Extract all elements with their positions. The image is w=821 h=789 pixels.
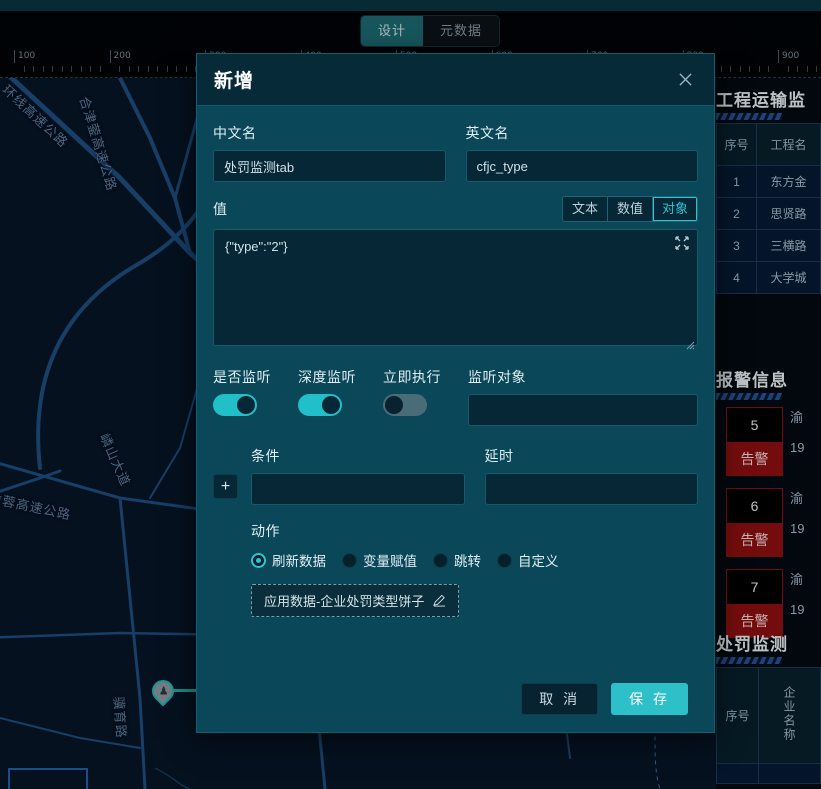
dialog-footer: 取 消 保 存 xyxy=(197,666,714,732)
switch-knob xyxy=(385,396,403,414)
value-type-segmented: 文本 数值 对象 xyxy=(561,196,698,222)
value-type-number[interactable]: 数值 xyxy=(607,197,653,221)
switch-immediate-exec-toggle[interactable] xyxy=(383,394,427,416)
value-textarea[interactable]: {"type":"2"} xyxy=(213,229,698,346)
listen-target-field: 监听对象 xyxy=(468,367,698,426)
switch-knob xyxy=(322,396,340,414)
action-option-custom-label: 自定义 xyxy=(518,554,559,569)
app-root: 设计 元数据 100200300400500600700800900 xyxy=(0,0,821,789)
cn-name-label: 中文名 xyxy=(213,125,257,141)
expand-icon-glyph xyxy=(675,236,689,250)
en-name-input[interactable] xyxy=(465,150,698,182)
value-type-object[interactable]: 对象 xyxy=(652,197,697,221)
radio-icon-assign xyxy=(342,552,357,568)
delay-label: 延时 xyxy=(484,448,514,464)
switch-row: 是否监听 深度监听 立即执行 监听对象 xyxy=(213,367,698,426)
action-option-refresh-label: 刷新数据 xyxy=(272,554,326,569)
dialog-header: 新增 xyxy=(197,54,714,106)
action-option-assign-label: 变量赋值 xyxy=(363,554,417,569)
switch-deep-listen-label: 深度监听 xyxy=(298,369,356,385)
expand-icon[interactable] xyxy=(675,236,689,250)
value-textarea-wrap: {"type":"2"} xyxy=(213,229,698,351)
add-variable-dialog: 新增 中文名 英文名 值 文本 xyxy=(196,53,715,733)
pencil-icon[interactable] xyxy=(433,594,446,607)
dialog-body: 中文名 英文名 值 文本 数值 对象 {"type":"2"} xyxy=(197,106,714,666)
switch-listen: 是否监听 xyxy=(213,367,298,416)
cn-name-input[interactable] xyxy=(213,150,446,182)
action-option-refresh[interactable]: 刷新数据 xyxy=(251,550,326,570)
action-option-jump[interactable]: 跳转 xyxy=(433,550,481,570)
radio-icon-custom xyxy=(497,552,512,568)
value-header-row: 值 文本 数值 对象 xyxy=(213,196,698,222)
en-name-label: 英文名 xyxy=(465,125,509,141)
plus-icon[interactable]: + xyxy=(213,474,238,499)
close-icon[interactable] xyxy=(673,68,697,92)
action-option-jump-label: 跳转 xyxy=(454,554,481,569)
radio-icon-jump xyxy=(433,552,448,568)
switch-immediate-exec: 立即执行 xyxy=(383,367,468,416)
action-option-assign[interactable]: 变量赋值 xyxy=(342,550,417,570)
close-icon-glyph xyxy=(678,73,692,86)
listen-target-label: 监听对象 xyxy=(468,369,526,385)
switch-immediate-exec-label: 立即执行 xyxy=(383,369,441,385)
action-label: 动作 xyxy=(251,523,280,539)
dialog-title: 新增 xyxy=(214,71,255,92)
cn-name-field: 中文名 xyxy=(213,123,446,182)
action-radio-group: 刷新数据 变量赋值 跳转 自定义 xyxy=(251,550,698,570)
save-button[interactable]: 保 存 xyxy=(611,683,688,715)
action-target-tag[interactable]: 应用数据-企业处罚类型饼子 xyxy=(251,584,460,617)
action-option-custom[interactable]: 自定义 xyxy=(497,550,559,570)
en-name-field: 英文名 xyxy=(465,123,698,182)
switch-deep-listen-toggle[interactable] xyxy=(298,394,342,416)
condition-area: + 条件 延时 动作 刷新数据 变量赋值 跳转 自定义 应用数据-企业处罚类型饼… xyxy=(213,446,698,617)
listen-target-input[interactable] xyxy=(468,394,698,426)
condition-row: 条件 延时 xyxy=(251,446,698,505)
condition-fields: 条件 延时 动作 刷新数据 变量赋值 跳转 自定义 应用数据-企业处罚类型饼子 xyxy=(251,446,698,617)
condition-label: 条件 xyxy=(251,448,280,464)
radio-icon-refresh xyxy=(251,552,266,568)
switch-listen-toggle[interactable] xyxy=(213,394,257,416)
cancel-button[interactable]: 取 消 xyxy=(521,683,599,715)
condition-input[interactable] xyxy=(251,473,465,505)
condition-field: 条件 xyxy=(251,446,465,505)
pencil-icon-glyph xyxy=(433,594,446,607)
value-label: 值 xyxy=(213,201,228,217)
value-type-text[interactable]: 文本 xyxy=(562,197,608,221)
action-target-tag-label: 应用数据-企业处罚类型饼子 xyxy=(264,594,425,609)
delay-field: 延时 xyxy=(484,446,698,505)
delay-input[interactable] xyxy=(484,473,698,505)
name-fields-row: 中文名 英文名 xyxy=(213,123,698,182)
switch-listen-label: 是否监听 xyxy=(213,369,271,385)
switch-knob xyxy=(237,396,255,414)
switch-deep-listen: 深度监听 xyxy=(298,367,383,416)
